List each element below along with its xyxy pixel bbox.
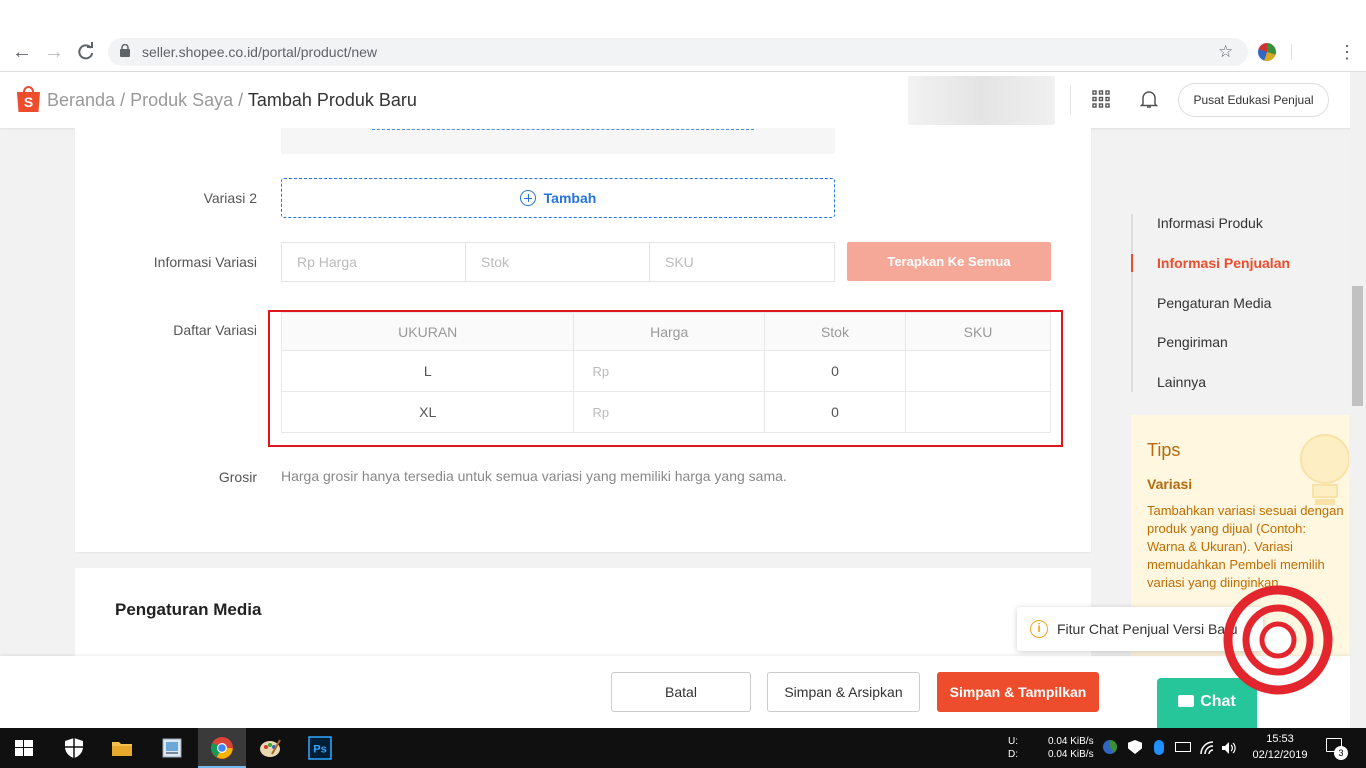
sidenav-item-product-info[interactable]: Informasi Produk (1157, 215, 1263, 231)
media-section-title: Pengaturan Media (115, 600, 262, 619)
breadcrumb-separator: / (115, 90, 131, 110)
image-viewer-icon[interactable] (160, 736, 184, 760)
sku-input[interactable] (905, 391, 1051, 433)
seller-education-button[interactable]: Pusat Edukasi Penjual (1178, 83, 1329, 117)
chat-tooltip-text: Fitur Chat Penjual Versi Baru (1057, 621, 1238, 637)
reload-icon[interactable] (76, 42, 96, 62)
breadcrumb-home[interactable]: Beranda (47, 90, 115, 110)
bookmark-star-icon[interactable]: ☆ (1218, 42, 1233, 62)
file-explorer-icon[interactable] (110, 736, 134, 760)
column-header-size: UKURAN (280, 312, 575, 351)
watermark-logo (1223, 585, 1333, 695)
size-cell: XL (280, 391, 575, 433)
variation-list-label: Daftar Variasi (173, 322, 257, 338)
wifi-icon[interactable] (1199, 740, 1215, 756)
scrollbar-thumb[interactable] (1352, 286, 1363, 406)
variation1-panel-bottom (281, 128, 835, 154)
breadcrumb-products[interactable]: Produk Saya (130, 90, 233, 110)
sidenav-active-indicator (1131, 254, 1133, 272)
apps-grid-icon[interactable] (1092, 90, 1110, 108)
clock[interactable]: 15:53 02/12/2019 (1250, 733, 1310, 762)
svg-text:S: S (24, 94, 33, 110)
svg-text:Ps: Ps (313, 744, 326, 756)
toolbar-divider (1291, 44, 1292, 60)
volume-icon[interactable] (1221, 740, 1237, 756)
browser-tab-strip (0, 0, 1366, 30)
windows-taskbar: Ps U: D: 0.04 KiB/s 0.04 KiB/s 15:53 02/… (0, 728, 1366, 768)
battery-icon[interactable] (1175, 742, 1191, 752)
paint-icon[interactable] (258, 736, 282, 760)
chrome-icon[interactable] (210, 736, 234, 760)
tips-body: Tambahkan variasi sesuai dengan produk y… (1147, 503, 1344, 590)
blurred-shop-info (908, 76, 1055, 125)
variation-info-label: Informasi Variasi (153, 254, 257, 270)
back-icon[interactable]: ← (10, 40, 34, 64)
bluetooth-icon[interactable] (1154, 740, 1164, 755)
notification-badge: 3 (1334, 746, 1348, 760)
net-down-speed: 0.04 KiB/s (1048, 749, 1094, 760)
size-cell: L (280, 350, 575, 392)
add-variation2-label: Tambah (543, 190, 597, 206)
security-shield-icon[interactable] (62, 736, 86, 760)
sidenav-item-others[interactable]: Lainnya (1157, 374, 1206, 390)
tray-shield-icon[interactable] (1128, 740, 1142, 754)
variation1-add-option-edge[interactable] (372, 128, 754, 130)
price-input[interactable]: Rp (573, 350, 765, 392)
save-publish-button[interactable]: Simpan & Tampilkan (937, 672, 1099, 712)
address-bar[interactable]: seller.shopee.co.id/portal/product/new ☆ (108, 38, 1248, 66)
bulk-price-input[interactable]: Rp Harga (281, 242, 466, 282)
url-text: seller.shopee.co.id/portal/product/new (142, 44, 378, 60)
save-archive-button[interactable]: Simpan & Arsipkan (767, 672, 920, 712)
variasi2-label: Variasi 2 (203, 190, 257, 206)
column-header-stock: Stok (763, 312, 907, 351)
breadcrumb: Beranda / Produk Saya / Tambah Produk Ba… (47, 90, 417, 111)
wholesale-label: Grosir (218, 469, 257, 485)
bottom-action-bar: Batal Simpan & Arsipkan Simpan & Tampilk… (0, 656, 1350, 728)
sidenav-track (1131, 214, 1133, 392)
breadcrumb-current: Tambah Produk Baru (247, 90, 417, 110)
tips-subtitle: Variasi (1147, 476, 1193, 492)
shopee-logo-icon[interactable]: S (16, 85, 41, 113)
lock-icon (120, 44, 130, 57)
extension-icon[interactable] (1258, 43, 1276, 61)
sku-input[interactable] (905, 350, 1051, 392)
bell-icon[interactable] (1140, 89, 1158, 109)
tips-title: Tips (1147, 440, 1181, 460)
sidenav-item-media-settings[interactable]: Pengaturan Media (1157, 295, 1271, 311)
info-icon: i (1030, 620, 1048, 638)
sidenav-item-sales-info[interactable]: Informasi Penjualan (1157, 255, 1290, 271)
price-input[interactable]: Rp (573, 391, 765, 433)
wholesale-note: Harga grosir hanya tersedia untuk semua … (281, 468, 787, 484)
chat-bubble-icon (1178, 695, 1195, 707)
variation-table: UKURAN Harga Stok SKU L Rp 0 XL Rp 0 (280, 312, 1051, 433)
seller-header: S Beranda / Produk Saya / Tambah Produk … (0, 72, 1366, 128)
forward-icon[interactable]: → (42, 40, 66, 64)
photoshop-icon[interactable]: Ps (308, 736, 332, 760)
browser-menu-icon[interactable]: ⋮ (1338, 40, 1356, 64)
clock-date: 02/12/2019 (1252, 749, 1308, 761)
table-row: XL Rp 0 (280, 391, 1051, 433)
bulk-stock-input[interactable]: Stok (465, 242, 650, 282)
net-up-speed: 0.04 KiB/s (1048, 736, 1094, 747)
windows-start-icon[interactable] (12, 736, 36, 760)
column-header-sku: SKU (905, 312, 1051, 351)
stock-input[interactable]: 0 (763, 391, 907, 433)
sidenav-item-shipping[interactable]: Pengiriman (1157, 334, 1228, 350)
stock-input[interactable]: 0 (763, 350, 907, 392)
header-divider (1070, 86, 1071, 114)
column-header-price: Harga (573, 312, 765, 351)
tray-app-icon[interactable] (1103, 740, 1117, 754)
apply-to-all-button[interactable]: Terapkan Ke Semua (847, 242, 1051, 281)
net-up-label: U: (1008, 736, 1018, 747)
bulk-sku-input[interactable]: SKU (649, 242, 835, 282)
plus-circle-icon (519, 190, 536, 206)
breadcrumb-separator: / (233, 90, 248, 110)
clock-time: 15:53 (1266, 733, 1294, 745)
add-variation2-button[interactable]: Tambah (281, 178, 835, 218)
net-down-label: D: (1008, 749, 1018, 760)
cancel-button[interactable]: Batal (611, 672, 751, 712)
table-row: L Rp 0 (280, 350, 1051, 392)
